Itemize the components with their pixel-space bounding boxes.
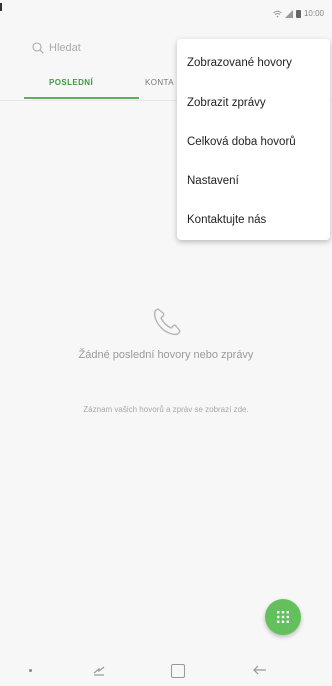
status-bar: 10:00 <box>0 0 332 30</box>
dialpad-icon <box>277 611 289 623</box>
search-placeholder: Hledat <box>49 42 81 54</box>
dialpad-button[interactable] <box>265 599 301 635</box>
status-time: 10:00 <box>303 9 324 18</box>
search-input[interactable]: Hledat <box>32 38 81 58</box>
menu-item-contact-us[interactable]: Kontaktujte nás <box>187 214 266 226</box>
status-corner-mark <box>0 3 2 11</box>
menu-item-show-messages[interactable]: Zobrazit zprávy <box>187 97 266 109</box>
tab-recent[interactable]: POSLEDNÍ <box>49 78 93 87</box>
navigation-bar <box>0 655 332 686</box>
tab-active-indicator <box>24 97 139 99</box>
recents-icon[interactable] <box>91 662 107 678</box>
home-icon[interactable] <box>171 664 185 678</box>
signal-icon <box>284 9 293 18</box>
menu-item-call-display[interactable]: Zobrazované hovory <box>187 57 292 69</box>
search-icon <box>32 42 44 54</box>
empty-state-title: Žádné poslední hovory nebo zprávy <box>78 349 254 361</box>
wifi-icon <box>273 10 282 17</box>
menu-item-call-duration[interactable]: Celková doba hovorů <box>187 136 296 148</box>
battery-icon <box>295 9 301 18</box>
empty-state-subtitle: Záznam vašich hovorů a zpráv se zobrazí … <box>83 405 249 414</box>
overflow-menu: Zobrazované hovory Zobrazit zprávy Celko… <box>177 39 330 240</box>
phone-icon <box>150 305 184 339</box>
status-icons: 10:00 <box>273 9 324 18</box>
menu-item-settings[interactable]: Nastavení <box>187 175 239 187</box>
tab-contacts[interactable]: KONTA <box>145 78 174 87</box>
back-icon[interactable] <box>252 662 268 678</box>
dot-icon[interactable] <box>29 669 32 672</box>
